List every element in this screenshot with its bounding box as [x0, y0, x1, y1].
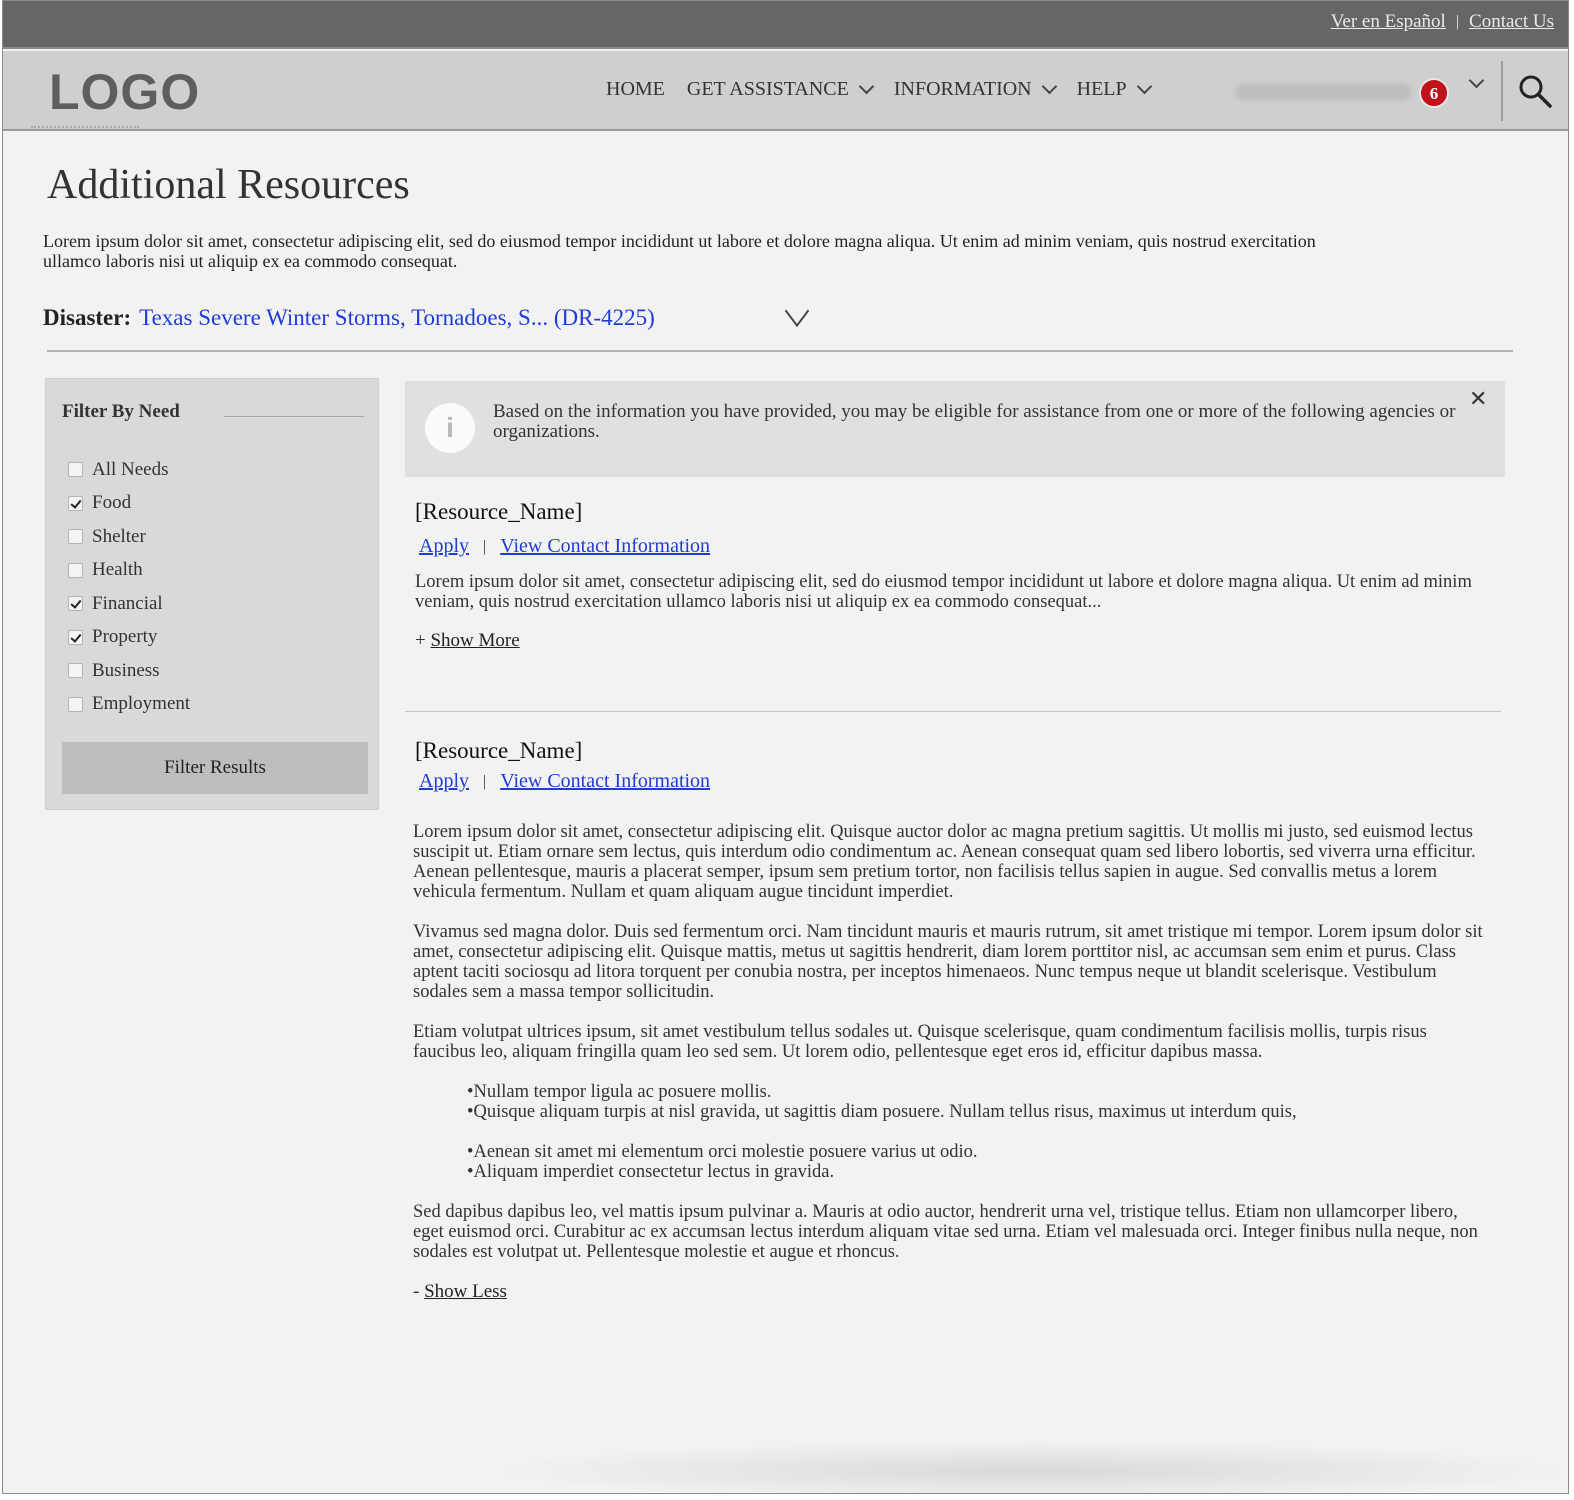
page-frame: Ver en Español | Contact Us LOGO HOME GE… [2, 0, 1569, 1494]
list-item: Nullam tempor ligula ac posuere mollis. [467, 1082, 1493, 1102]
notification-badge[interactable]: 6 [1419, 78, 1449, 108]
user-menu-chevron-icon[interactable] [1468, 72, 1485, 89]
checkbox[interactable] [68, 495, 83, 511]
description-paragraph: Etiam volutpat ultrices ipsum, sit amet … [413, 1022, 1427, 1062]
nav-item-label: GET ASSISTANCE [686, 78, 849, 100]
filter-list: All Needs Food Shelter Health Financial … [68, 453, 190, 721]
eligibility-banner: i Based on the information you have prov… [405, 381, 1505, 477]
toggle-prefix: - [413, 1281, 420, 1302]
list-item: Aliquam imperdiet consectetur lectus in … [467, 1162, 1493, 1182]
filter-item-label: Business [92, 659, 160, 681]
resource-card: [Resource_Name] Apply | View Contact Inf… [415, 499, 1505, 652]
filter-item-financial[interactable]: Financial [68, 587, 190, 621]
resource-divider [405, 711, 1501, 712]
filter-item-label: Health [92, 559, 143, 581]
filter-title: Filter By Need [62, 401, 180, 422]
checkbox[interactable] [68, 562, 83, 578]
nav-item-information[interactable]: INFORMATION [893, 78, 1057, 101]
title-divider [47, 350, 1513, 352]
view-contact-link[interactable]: View Contact Information [500, 770, 710, 793]
filter-item-business[interactable]: Business [68, 654, 190, 688]
filter-item-label: Shelter [92, 525, 146, 547]
description-paragraph: Vivamus sed magna dolor. Duis sed fermen… [413, 922, 1483, 1002]
utility-bar: Ver en Español | Contact Us [3, 1, 1568, 49]
apply-link[interactable]: Apply [419, 770, 469, 793]
toggle-prefix: + [415, 630, 426, 651]
main-nav: HOME GET ASSISTANCE INFORMATION HELP [606, 78, 1172, 101]
info-icon: i [425, 403, 475, 453]
page-title: Additional Resources [47, 162, 410, 208]
user-name-redacted[interactable] [1235, 84, 1411, 100]
show-more-link[interactable]: Show More [430, 630, 519, 651]
logo[interactable]: LOGO [49, 63, 200, 121]
chevron-down-icon [1136, 78, 1152, 95]
filter-item-label: Property [92, 626, 158, 648]
nav-item-home[interactable]: HOME [606, 78, 665, 101]
link-separator: | [483, 772, 487, 790]
resource-links: Apply | View Contact Information [419, 770, 1505, 793]
apply-link[interactable]: Apply [419, 535, 469, 558]
list-item: Quisque aliquam turpis at nisl gravida, … [467, 1102, 1493, 1122]
description-paragraph: Sed dapibus dapibus leo, vel mattis ipsu… [413, 1202, 1478, 1262]
checkbox[interactable] [68, 696, 83, 712]
nav-item-get-assistance[interactable]: GET ASSISTANCE [686, 78, 875, 101]
page-intro: Lorem ipsum dolor sit amet, consectetur … [43, 231, 1316, 271]
checkbox[interactable] [68, 629, 83, 645]
header-divider [1501, 61, 1503, 121]
show-less-toggle[interactable]: - Show Less [413, 1282, 1493, 1302]
bottom-shadow [483, 1441, 1568, 1493]
checkbox[interactable] [68, 462, 83, 478]
resource-name: [Resource_Name] [415, 499, 583, 524]
filter-item-label: Employment [92, 693, 191, 715]
nav-item-label: INFORMATION [893, 78, 1032, 100]
resource-expanded-description: Lorem ipsum dolor sit amet, consectetur … [413, 822, 1493, 1302]
filter-item-label: Financial [92, 592, 163, 614]
logo-underline [31, 126, 139, 128]
description-paragraph: Lorem ipsum dolor sit amet, consectetur … [413, 822, 1476, 902]
chevron-down-icon [858, 78, 875, 95]
spanish-link[interactable]: Ver en Español [1331, 11, 1446, 33]
filter-item-all-needs[interactable]: All Needs [68, 453, 190, 487]
show-more-toggle[interactable]: + Show More [415, 630, 1505, 652]
nav-item-help[interactable]: HELP [1076, 78, 1152, 101]
bullet-list: Nullam tempor ligula ac posuere mollis. … [467, 1082, 1493, 1122]
link-separator: | [483, 537, 487, 555]
filter-panel: Filter By Need All Needs Food Shelter He… [45, 378, 379, 810]
checkbox[interactable] [68, 596, 83, 612]
filter-item-health[interactable]: Health [68, 554, 190, 588]
show-less-link[interactable]: Show Less [424, 1281, 507, 1302]
resource-card: [Resource_Name] Apply | View Contact Inf… [415, 738, 1505, 793]
bullet-list: Aenean sit amet mi elementum orci molest… [467, 1142, 1493, 1182]
utility-links: Ver en Español | Contact Us [1331, 11, 1554, 33]
close-icon[interactable]: ✕ [1469, 387, 1487, 412]
list-item: Aenean sit amet mi elementum orci molest… [467, 1142, 1493, 1162]
resource-links: Apply | View Contact Information [419, 535, 1505, 558]
filter-item-property[interactable]: Property [68, 621, 190, 655]
chevron-down-icon [1041, 78, 1057, 95]
resource-description: Lorem ipsum dolor sit amet, consectetur … [415, 572, 1472, 612]
nav-item-label: HELP [1076, 78, 1127, 100]
disaster-dropdown-chevron-icon[interactable] [784, 294, 810, 328]
filter-results-button[interactable]: Filter Results [62, 742, 368, 794]
filter-title-rule [224, 416, 364, 417]
filter-item-shelter[interactable]: Shelter [68, 520, 190, 554]
contact-us-link[interactable]: Contact Us [1469, 11, 1554, 33]
site-header: LOGO HOME GET ASSISTANCE INFORMATION HEL… [3, 51, 1568, 131]
filter-item-label: Food [92, 492, 132, 514]
checkbox[interactable] [68, 663, 83, 679]
disaster-value[interactable]: Texas Severe Winter Storms, Tornadoes, S… [139, 305, 655, 331]
resource-name: [Resource_Name] [415, 738, 583, 763]
banner-text: Based on the information you have provid… [493, 401, 1456, 442]
view-contact-link[interactable]: View Contact Information [500, 535, 710, 558]
filter-item-food[interactable]: Food [68, 487, 190, 521]
disaster-selector[interactable]: Disaster: Texas Severe Winter Storms, To… [43, 305, 655, 331]
search-icon[interactable] [1517, 73, 1553, 109]
disaster-label: Disaster: [43, 305, 132, 330]
nav-item-label: HOME [606, 78, 665, 100]
utility-separator: | [1455, 13, 1460, 30]
checkbox[interactable] [68, 529, 83, 545]
filter-item-label: All Needs [92, 458, 169, 480]
filter-item-employment[interactable]: Employment [68, 688, 190, 722]
